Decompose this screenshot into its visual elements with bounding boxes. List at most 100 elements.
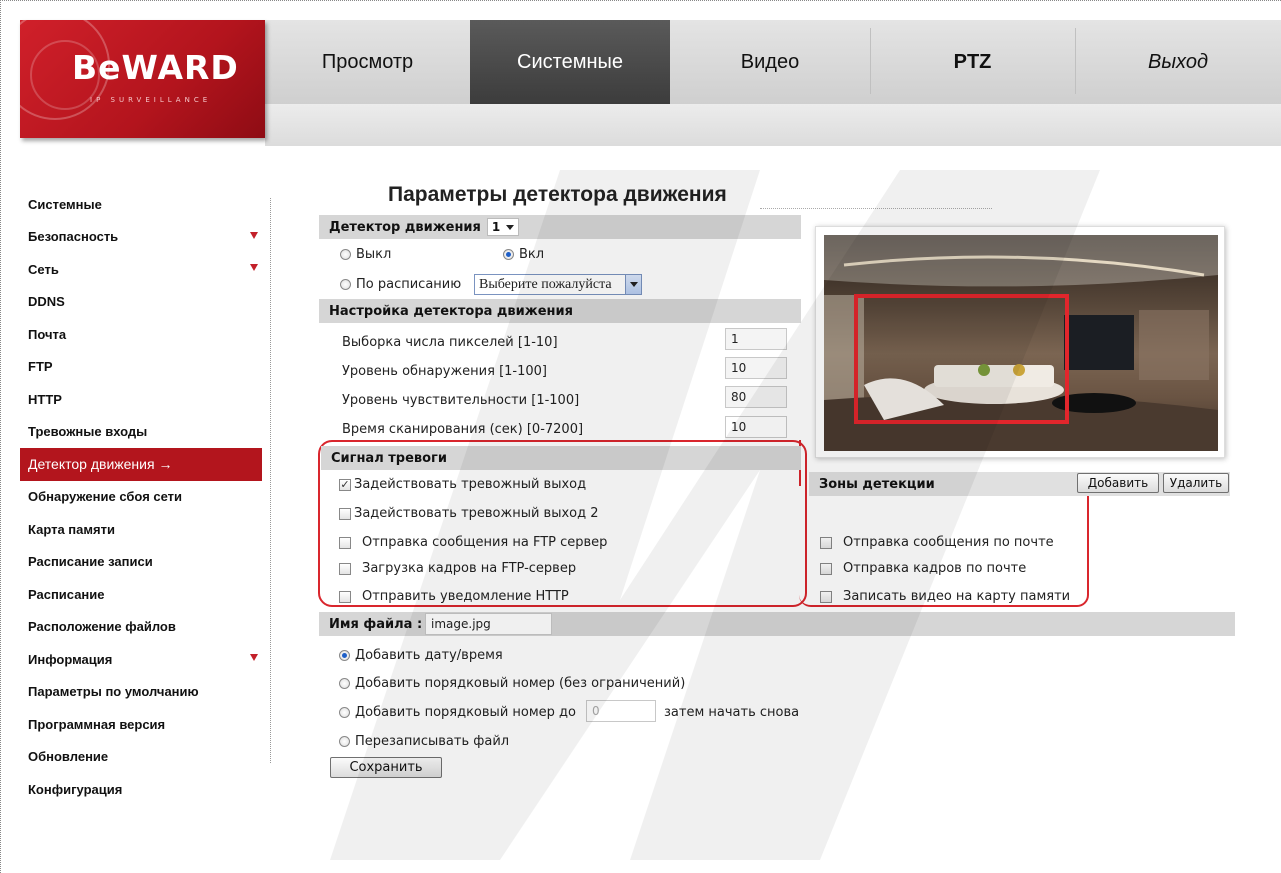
motion-detector-header: Детектор движения 1 bbox=[319, 215, 801, 239]
sub-nav-bar bbox=[265, 104, 1281, 146]
sidebar-item-label: Расписание записи bbox=[28, 554, 153, 570]
sidebar-item-firmware-version[interactable]: Программная версия bbox=[20, 708, 262, 741]
sidebar-item-schedule[interactable]: Расписание bbox=[20, 578, 262, 611]
radio-on-label: Вкл bbox=[519, 247, 545, 262]
sidebar-item-label: Сеть bbox=[28, 261, 59, 277]
alarm-signal-header: Сигнал тревоги bbox=[321, 446, 801, 470]
radio-on[interactable] bbox=[503, 249, 514, 260]
record-to-card-checkbox[interactable] bbox=[820, 591, 832, 603]
sidebar-item-http[interactable]: HTTP bbox=[20, 383, 262, 416]
chevron-down-icon bbox=[625, 275, 641, 294]
sidebar-item-label: Конфигурация bbox=[28, 781, 123, 797]
sidebar-item-record-schedule[interactable]: Расписание записи bbox=[20, 546, 262, 579]
sidebar-item-ftp[interactable]: FTP bbox=[20, 351, 262, 384]
sidebar-item-label: Информация bbox=[28, 651, 113, 667]
sidebar-item-label: Системные bbox=[28, 196, 102, 212]
camera-preview[interactable] bbox=[815, 226, 1225, 458]
email-frames-label: Отправка кадров по почте bbox=[843, 561, 1027, 576]
sidebar-item-label: HTTP bbox=[28, 391, 62, 407]
sidebar-item-label: Обнаружение сбоя сети bbox=[28, 489, 183, 505]
sidebar-item-label: Параметры по умолчанию bbox=[28, 684, 199, 700]
chevron-down-icon bbox=[506, 224, 515, 230]
radio-add-datetime[interactable] bbox=[339, 650, 350, 661]
pixel-sampling-field[interactable]: 1 bbox=[725, 328, 787, 350]
add-zone-button[interactable]: Добавить bbox=[1077, 473, 1159, 493]
scan-time-field[interactable]: 10 bbox=[725, 416, 787, 438]
alarm-output-1-label: Задействовать тревожный выход bbox=[354, 477, 587, 492]
setting-label: Время сканирования (сек) [0-7200] bbox=[342, 422, 584, 437]
save-button[interactable]: Сохранить bbox=[330, 757, 442, 778]
http-notify-label: Отправить уведомление HTTP bbox=[362, 589, 569, 604]
sidebar-item-defaults[interactable]: Параметры по умолчанию bbox=[20, 676, 262, 709]
sidebar-item-network-failure[interactable]: Обнаружение сбоя сети bbox=[20, 481, 262, 514]
ftp-message-checkbox[interactable] bbox=[339, 537, 351, 549]
nav-ptz[interactable]: PTZ bbox=[870, 20, 1075, 104]
alarm-output-1-checkbox[interactable]: ✓ bbox=[339, 479, 351, 491]
ftp-upload-checkbox[interactable] bbox=[339, 563, 351, 575]
sidebar-item-alarm-inputs[interactable]: Тревожные входы bbox=[20, 416, 262, 449]
add-seq-unlimited-label: Добавить порядковый номер (без ограничен… bbox=[355, 676, 686, 691]
sidebar-item-label: Почта bbox=[28, 326, 67, 342]
sidebar-item-file-location[interactable]: Расположение файлов bbox=[20, 611, 262, 644]
sidebar-item-update[interactable]: Обновление bbox=[20, 741, 262, 774]
sidebar-item-label: FTP bbox=[28, 359, 53, 375]
radio-off[interactable] bbox=[340, 249, 351, 260]
email-message-checkbox[interactable] bbox=[820, 537, 832, 549]
sidebar-item-system[interactable]: Системные bbox=[20, 188, 262, 221]
sidebar-divider bbox=[270, 198, 271, 763]
nav-view[interactable]: Просмотр bbox=[265, 20, 470, 104]
sidebar-item-label: Расположение файлов bbox=[28, 619, 176, 635]
logo-subtitle: IP SURVEILLANCE bbox=[90, 96, 212, 104]
expand-arrow-icon[interactable] bbox=[250, 654, 258, 661]
detection-level-field[interactable]: 10 bbox=[725, 357, 787, 379]
expand-arrow-icon[interactable] bbox=[250, 264, 258, 271]
sidebar-item-ddns[interactable]: DDNS bbox=[20, 286, 262, 319]
detection-zone-rectangle[interactable] bbox=[854, 294, 1069, 424]
sidebar-item-label: Расписание bbox=[28, 586, 105, 602]
radio-add-seq-upto[interactable] bbox=[339, 707, 350, 718]
setting-label: Выборка числа пикселей [1-10] bbox=[342, 335, 558, 350]
nav-system[interactable]: Системные bbox=[470, 20, 670, 104]
ftp-message-label: Отправка сообщения на FTP сервер bbox=[362, 535, 608, 550]
nav-video[interactable]: Видео bbox=[670, 20, 870, 104]
seq-upto-input[interactable]: 0 bbox=[586, 700, 656, 722]
sidebar: Системные Безопасность Сеть DDNS Почта F… bbox=[20, 188, 262, 806]
active-arrow-icon: → bbox=[158, 456, 173, 473]
brand-logo[interactable]: BeWARD IP SURVEILLANCE bbox=[20, 20, 265, 138]
add-seq-upto-label: Добавить порядковый номер до bbox=[355, 705, 576, 720]
expand-arrow-icon[interactable] bbox=[250, 231, 258, 239]
file-name-label: Имя файла : bbox=[329, 616, 423, 632]
sidebar-item-memory-card[interactable]: Карта памяти bbox=[20, 513, 262, 546]
file-name-input[interactable]: image.jpg bbox=[425, 613, 552, 635]
sidebar-item-motion-detection[interactable]: Детектор движения → bbox=[20, 448, 262, 481]
setting-label: Уровень обнаружения [1-100] bbox=[342, 364, 547, 379]
alarm-output-2-label: Задействовать тревожный выход 2 bbox=[354, 506, 599, 521]
nav-logout[interactable]: Выход bbox=[1075, 20, 1281, 104]
sidebar-item-network[interactable]: Сеть bbox=[20, 253, 262, 286]
radio-overwrite[interactable] bbox=[339, 736, 350, 747]
sidebar-item-information[interactable]: Информация bbox=[20, 643, 262, 676]
sidebar-item-mail[interactable]: Почта bbox=[20, 318, 262, 351]
delete-zone-button[interactable]: Удалить bbox=[1163, 473, 1229, 493]
camera-image bbox=[824, 235, 1218, 451]
radio-schedule[interactable] bbox=[340, 279, 351, 290]
sensitivity-level-field[interactable]: 80 bbox=[725, 386, 787, 408]
sidebar-item-configuration[interactable]: Конфигурация bbox=[20, 773, 262, 806]
radio-add-seq-unlimited[interactable] bbox=[339, 678, 350, 689]
sidebar-item-label: Тревожные входы bbox=[28, 424, 148, 440]
sidebar-item-label: Обновление bbox=[28, 749, 109, 765]
logo-text: BeWARD bbox=[72, 48, 239, 87]
schedule-select-value: Выберите пожалуйста bbox=[479, 276, 612, 292]
email-frames-checkbox[interactable] bbox=[820, 563, 832, 575]
section-title: Детектор движения bbox=[329, 219, 481, 235]
http-notify-checkbox[interactable] bbox=[339, 591, 351, 603]
sidebar-item-security[interactable]: Безопасность bbox=[20, 221, 262, 254]
sidebar-item-label: Карта памяти bbox=[28, 521, 115, 537]
detector-number-select[interactable]: 1 bbox=[486, 218, 520, 236]
ftp-upload-label: Загрузка кадров на FTP-сервер bbox=[362, 561, 577, 576]
sidebar-item-label: Программная версия bbox=[28, 716, 166, 732]
page-title: Параметры детектора движения bbox=[388, 183, 727, 206]
alarm-output-2-checkbox[interactable] bbox=[339, 508, 351, 520]
radio-off-label: Выкл bbox=[356, 247, 392, 262]
schedule-select[interactable]: Выберите пожалуйста bbox=[474, 274, 642, 295]
